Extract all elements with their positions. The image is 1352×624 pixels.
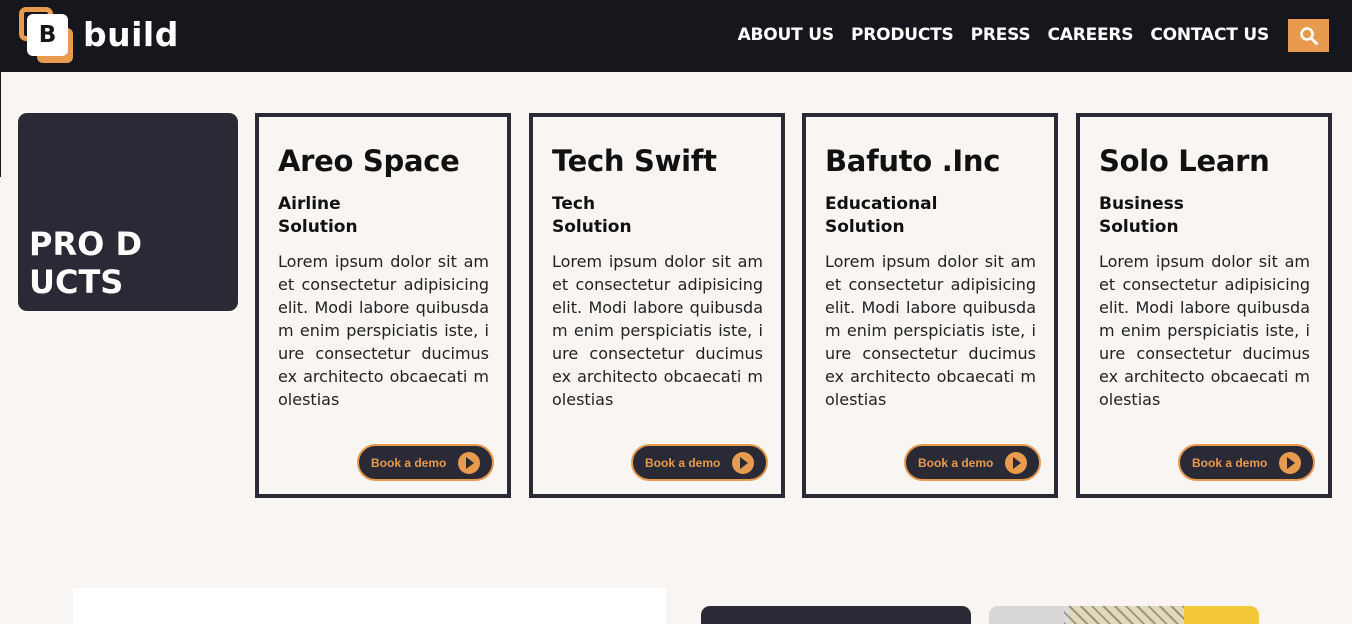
card-subtitle: Business Solution	[1099, 194, 1184, 237]
card-subtitle: Tech Solution	[552, 194, 632, 237]
products-heading: PRO DUCTS	[29, 225, 142, 301]
nav-press[interactable]: PRESS	[971, 25, 1031, 45]
card-description: Lorem ipsum dolor sit amet consectetur a…	[1099, 252, 1310, 409]
card-title: Bafuto .Inc	[825, 144, 1001, 178]
product-card: Areo Space Airline Solution Lorem ipsum …	[255, 113, 511, 498]
card-description: Lorem ipsum dolor sit amet consectetur a…	[825, 252, 1036, 409]
section-panel	[73, 588, 666, 624]
brand-name: build	[83, 15, 179, 54]
nav-contact-us[interactable]: CONTACT US	[1150, 25, 1269, 45]
product-card: Tech Swift Tech Solution Lorem ipsum dol…	[529, 113, 785, 498]
product-card: Bafuto .Inc Educational Solution Lorem i…	[802, 113, 1058, 498]
card-subtitle: Airline Solution	[278, 194, 358, 237]
book-demo-button[interactable]: Book a demo	[357, 444, 494, 481]
play-icon	[1279, 452, 1301, 474]
search-icon	[1299, 26, 1318, 45]
nav-about-us[interactable]: ABOUT US	[738, 25, 835, 45]
play-icon	[1005, 452, 1027, 474]
book-demo-button[interactable]: Book a demo	[904, 444, 1041, 481]
main-nav: ABOUT US PRODUCTS PRESS CAREERS CONTACT …	[738, 25, 1270, 45]
search-button[interactable]	[1288, 19, 1329, 52]
site-header: B build ABOUT US PRODUCTS PRESS CAREERS …	[0, 0, 1352, 72]
card-title: Tech Swift	[552, 144, 717, 178]
card-title: Areo Space	[278, 144, 460, 178]
nav-careers[interactable]: CAREERS	[1047, 25, 1133, 45]
book-demo-label: Book a demo	[918, 455, 994, 470]
play-icon	[458, 452, 480, 474]
logo-letter: B	[27, 14, 68, 56]
book-demo-button[interactable]: Book a demo	[1178, 444, 1315, 481]
products-heading-block: PRO DUCTS	[18, 113, 238, 311]
nav-products[interactable]: PRODUCTS	[851, 25, 954, 45]
card-title: Solo Learn	[1099, 144, 1270, 178]
dark-panel	[701, 606, 971, 624]
card-description: Lorem ipsum dolor sit amet consectetur a…	[552, 252, 763, 409]
brand-logo[interactable]: B build	[17, 6, 187, 66]
book-demo-label: Book a demo	[645, 455, 721, 470]
section-image	[989, 606, 1259, 624]
card-description: Lorem ipsum dolor sit amet consectetur a…	[278, 252, 489, 409]
book-demo-button[interactable]: Book a demo	[631, 444, 768, 481]
book-demo-label: Book a demo	[371, 455, 447, 470]
logo-mark: B	[17, 6, 75, 64]
play-icon	[732, 452, 754, 474]
card-subtitle: Educational Solution	[825, 194, 938, 237]
book-demo-label: Book a demo	[1192, 455, 1268, 470]
product-card: Solo Learn Business Solution Lorem ipsum…	[1076, 113, 1332, 498]
